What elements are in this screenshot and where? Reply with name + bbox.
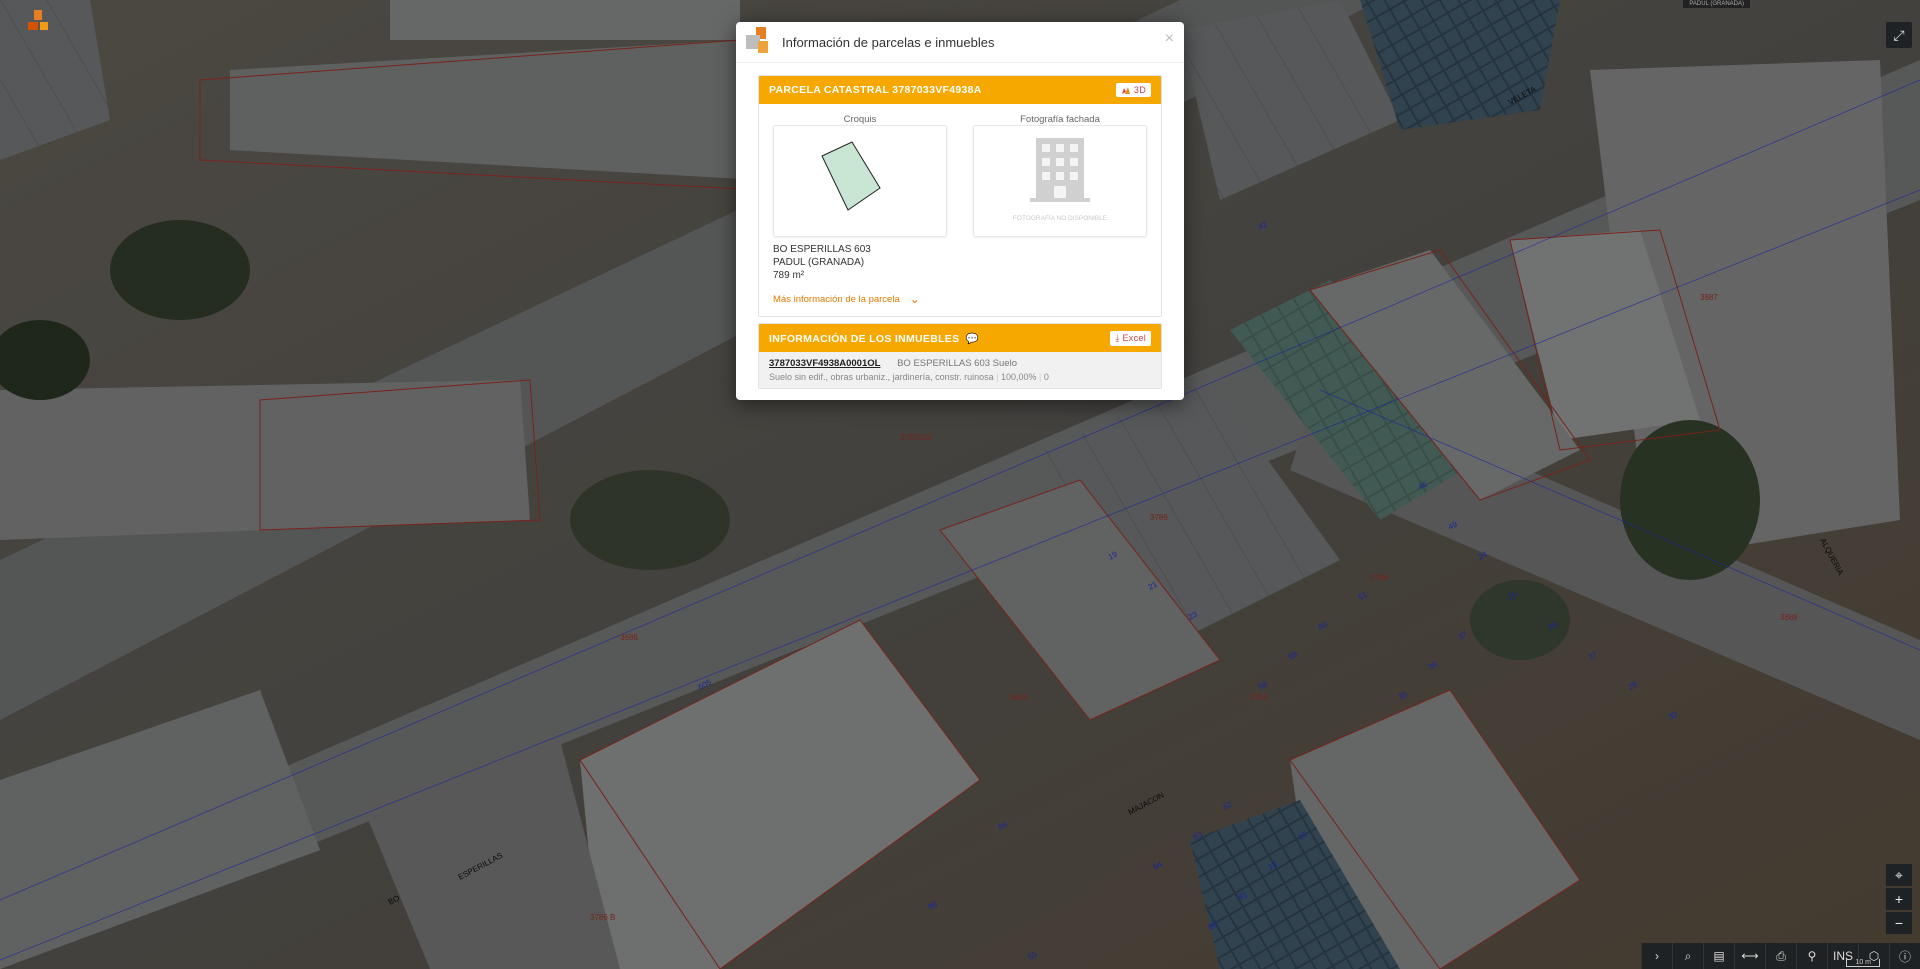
address-line-1: BO ESPERILLAS 603 bbox=[773, 244, 871, 255]
minus-icon: − bbox=[1894, 915, 1904, 931]
address-line-2: PADUL (GRANADA) bbox=[773, 257, 865, 268]
zoom-out-button[interactable]: − bbox=[1886, 912, 1912, 934]
parcel-area: 789 m² bbox=[773, 270, 805, 281]
parcel-panel: PARCELA CATASTRAL 3787033VF4938A 3D Croq… bbox=[758, 75, 1162, 317]
properties-panel-header: INFORMACIÓN DE LOS INMUEBLES 💬 ⤓ Excel bbox=[759, 324, 1161, 352]
properties-title: INFORMACIÓN DE LOS INMUEBLES 💬 bbox=[769, 332, 979, 345]
fullscreen-button[interactable]: ⤢ bbox=[1886, 22, 1912, 48]
plus-icon: + bbox=[1894, 891, 1904, 907]
parcel-number-label: 3787033 bbox=[900, 433, 932, 442]
parcel-reference-title: PARCELA CATASTRAL 3787033VF4938A bbox=[769, 84, 982, 96]
toolbar-expand-button[interactable]: › bbox=[1641, 943, 1672, 969]
toolbar-info-button[interactable]: ⓘ bbox=[1889, 943, 1920, 969]
chevron-down-icon: ⌄ bbox=[909, 292, 920, 306]
property-description: Suelo sin edif., obras urbaniz., jardine… bbox=[769, 372, 1049, 382]
crosshair-icon: ⌖ bbox=[1895, 866, 1903, 883]
property-count: 0 bbox=[1043, 372, 1049, 382]
facade-photo: FOTOGRAFÍA NO DISPONIBLE bbox=[973, 125, 1147, 237]
parcel-shape bbox=[821, 141, 881, 211]
locate-button[interactable]: ⌖ bbox=[1886, 864, 1912, 886]
parcel-number-label: 3786 bbox=[1370, 573, 1388, 582]
toolbar-streetview-button[interactable]: ⚲ bbox=[1796, 943, 1827, 969]
toolbar-layers-button[interactable]: ▤ bbox=[1703, 943, 1734, 969]
parcel-info-modal: Información de parcelas e inmuebles × PA… bbox=[736, 22, 1184, 400]
region-tag: PADUL (GRANADA) bbox=[1683, 0, 1750, 8]
parcel-number-label: 3685 bbox=[1010, 693, 1028, 702]
parcel-number-label: 3786 bbox=[1150, 513, 1168, 522]
modal-header: Información de parcelas e inmuebles × bbox=[736, 22, 1184, 63]
facade-photo-label: Fotografía fachada bbox=[1020, 114, 1100, 125]
sketch-label: Croquis bbox=[843, 114, 877, 125]
parcel-panel-header: PARCELA CATASTRAL 3787033VF4938A 3D bbox=[759, 76, 1161, 104]
measure-icon: ⟷ bbox=[1741, 949, 1759, 963]
parcel-number-label: 3888 bbox=[1780, 613, 1798, 622]
toolbar-measure-button[interactable]: ⟷ bbox=[1734, 943, 1765, 969]
info-icon: ⓘ bbox=[1898, 949, 1911, 964]
comment-icon: 💬 bbox=[965, 332, 979, 345]
print-icon: ⎙ bbox=[1776, 948, 1786, 963]
more-info-link[interactable]: Más información de la parcela ⌄ bbox=[759, 282, 1161, 316]
modal-title: Información de parcelas e inmuebles bbox=[782, 34, 995, 50]
scale-bar: 10 m bbox=[1846, 959, 1880, 967]
view-3d-button[interactable]: 3D bbox=[1115, 83, 1151, 97]
parcel-number-label: 3785 bbox=[1250, 693, 1268, 702]
parcel-sketch[interactable] bbox=[773, 125, 947, 237]
parcel-number-label: 3887 bbox=[1700, 293, 1718, 302]
parcel-address: BO ESPERILLAS 603 PADUL (GRANADA) 789 m² bbox=[759, 237, 1161, 282]
zoom-in-button[interactable]: + bbox=[1886, 888, 1912, 910]
properties-panel: INFORMACIÓN DE LOS INMUEBLES 💬 ⤓ Excel 3… bbox=[758, 323, 1162, 389]
more-info-label: Más información de la parcela bbox=[773, 293, 900, 305]
chevron-right-icon: › bbox=[1655, 949, 1659, 963]
property-reference-link[interactable]: 3787033VF4938A0001OL bbox=[769, 358, 880, 369]
download-icon: ⤓ bbox=[1115, 332, 1120, 343]
expand-icon: ⤢ bbox=[1893, 26, 1905, 43]
property-address: BO ESPERILLAS 603 Suelo bbox=[897, 358, 1017, 369]
layers-icon: ▤ bbox=[1713, 949, 1725, 963]
search-icon: ⌕ bbox=[1684, 948, 1692, 963]
parcel-number-label: 3686 bbox=[620, 633, 638, 642]
parcel-number-label: 3786 B bbox=[590, 913, 615, 922]
property-row[interactable]: 3787033VF4938A0001OL BO ESPERILLAS 603 S… bbox=[759, 352, 1161, 388]
street-view-icon: ⚲ bbox=[1807, 949, 1817, 963]
toolbar-print-button[interactable]: ⎙ bbox=[1765, 943, 1796, 969]
close-icon[interactable]: × bbox=[1165, 30, 1174, 48]
zoom-controls: ⌖ + − bbox=[1886, 864, 1912, 936]
photo-unavailable-text: FOTOGRAFÍA NO DISPONIBLE bbox=[1012, 215, 1108, 222]
app-logo[interactable] bbox=[28, 10, 48, 36]
catastro-logo-icon bbox=[744, 27, 772, 57]
property-percentage: 100,00% bbox=[1000, 372, 1037, 382]
3d-building-icon bbox=[1121, 86, 1130, 94]
toolbar-search-button[interactable]: ⌕ bbox=[1672, 943, 1703, 969]
excel-export-button[interactable]: ⤓ Excel bbox=[1110, 330, 1151, 346]
